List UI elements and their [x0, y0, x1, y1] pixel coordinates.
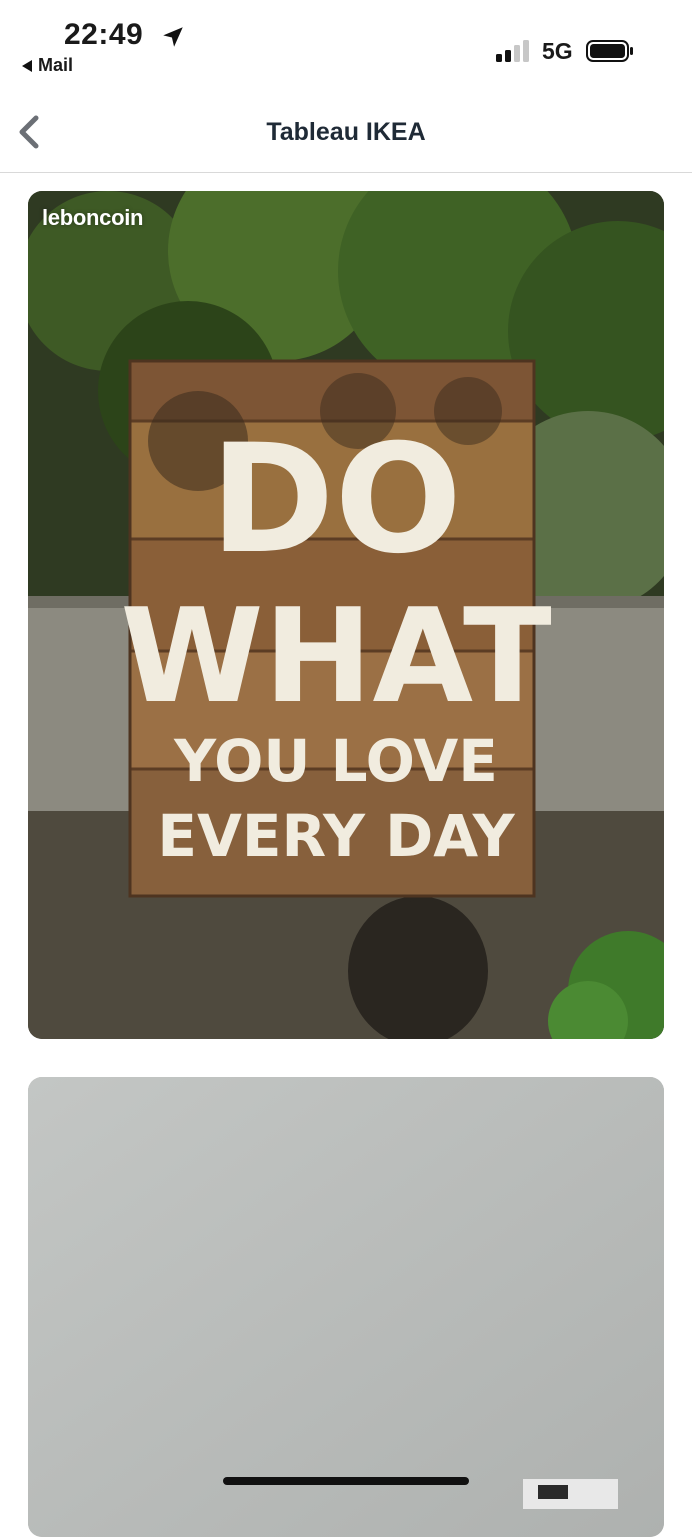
- listing-photo-2[interactable]: [28, 1077, 664, 1537]
- network-type: 5G: [542, 38, 573, 64]
- sign-photo-illustration: DO WHAT YOU LOVE EVERY DAY: [28, 191, 664, 1039]
- sign-line-3: YOU LOVE: [173, 727, 498, 795]
- sign-line-2: WHAT: [120, 580, 551, 732]
- navigation-bar: Tableau IKEA: [0, 90, 692, 173]
- back-app-label: Mail: [38, 55, 74, 75]
- back-to-app-link[interactable]: Mail: [22, 55, 73, 76]
- battery-icon: [586, 40, 633, 62]
- page-title: Tableau IKEA: [266, 118, 426, 146]
- leboncoin-watermark: leboncoin: [42, 205, 144, 230]
- sign-line-4: EVERY DAY: [157, 802, 515, 870]
- sign-line-1: DO: [210, 413, 462, 587]
- status-time: 22:49: [64, 18, 144, 51]
- wall-photo-illustration: [28, 1077, 664, 1537]
- cellular-signal-icon: [496, 40, 529, 62]
- location-arrow-icon: [163, 27, 183, 47]
- back-triangle-icon: [22, 59, 32, 72]
- status-bar: 22:49 Mail 5G: [0, 0, 692, 90]
- listing-photo-1[interactable]: DO WHAT YOU LOVE EVERY DAY leboncoin: [28, 191, 664, 1039]
- home-indicator: [223, 1477, 469, 1485]
